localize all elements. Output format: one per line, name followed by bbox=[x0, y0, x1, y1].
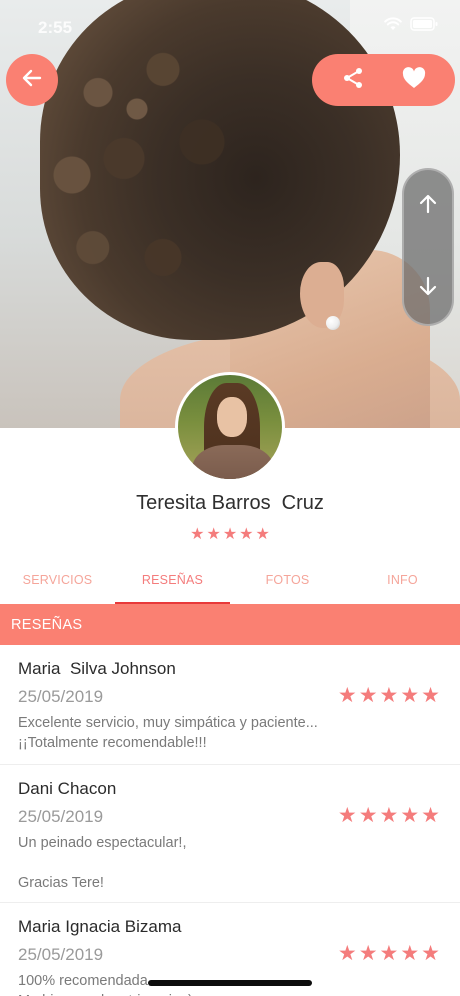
tab-resenas[interactable]: RESEÑAS bbox=[115, 556, 230, 604]
review-author: Maria Ignacia Bizama bbox=[18, 917, 182, 936]
heart-icon bbox=[402, 66, 426, 94]
star-icon: ★ bbox=[379, 684, 399, 707]
tab-servicios[interactable]: SERVICIOS bbox=[0, 556, 115, 604]
scroll-down-button[interactable] bbox=[408, 268, 448, 308]
star-icon: ★ bbox=[358, 804, 378, 827]
tab-fotos[interactable]: FOTOS bbox=[230, 556, 345, 604]
star-icon: ★ bbox=[337, 942, 357, 965]
review-text: Un peinado espectacular!, Gracias Tere! bbox=[18, 835, 187, 891]
review-rating: ★ ★ ★ ★ ★ bbox=[338, 685, 440, 706]
star-icon: ★ bbox=[421, 942, 440, 965]
photo-curls bbox=[20, 10, 280, 340]
review-rating: ★ ★ ★ ★ ★ bbox=[338, 805, 440, 826]
star-icon: ★ bbox=[421, 804, 440, 827]
battery-icon bbox=[410, 17, 438, 31]
wifi-icon bbox=[384, 17, 402, 31]
star-icon: ★ bbox=[400, 942, 420, 965]
star-icon: ★ bbox=[190, 526, 205, 543]
star-icon: ★ bbox=[337, 804, 357, 827]
star-icon: ★ bbox=[400, 804, 420, 827]
star-icon: ★ bbox=[255, 526, 270, 543]
review-rating: ★ ★ ★ ★ ★ bbox=[338, 943, 440, 964]
star-icon: ★ bbox=[400, 684, 420, 707]
star-icon: ★ bbox=[358, 942, 378, 965]
photo-earring bbox=[326, 316, 340, 330]
photo-scroll-controls bbox=[402, 168, 454, 326]
tab-info[interactable]: INFO bbox=[345, 556, 460, 604]
star-icon: ★ bbox=[337, 684, 357, 707]
review-author: Dani Chacon bbox=[18, 779, 117, 798]
star-icon: ★ bbox=[379, 942, 399, 965]
arrow-up-icon bbox=[417, 193, 439, 220]
star-icon: ★ bbox=[379, 804, 399, 827]
star-icon: ★ bbox=[222, 526, 238, 543]
home-indicator[interactable] bbox=[148, 980, 312, 986]
arrow-left-icon bbox=[21, 67, 43, 94]
star-icon: ★ bbox=[239, 526, 254, 543]
review-text: Excelente servicio, muy simpática y paci… bbox=[18, 715, 318, 751]
share-icon bbox=[341, 66, 365, 95]
profile-tabs: SERVICIOS RESEÑAS FOTOS INFO bbox=[0, 556, 460, 604]
star-icon: ★ bbox=[358, 684, 378, 707]
profile-rating: ★ ★ ★ ★ ★ bbox=[0, 527, 460, 543]
status-icons bbox=[384, 17, 438, 31]
share-button[interactable] bbox=[331, 58, 375, 102]
action-pill bbox=[312, 54, 455, 106]
review-item: Dani Chacon 25/05/2019 ★ ★ ★ ★ ★ Un pein… bbox=[0, 765, 460, 903]
star-icon: ★ bbox=[421, 684, 440, 707]
section-header: RESEÑAS bbox=[0, 604, 460, 645]
status-time: 2:55 bbox=[38, 18, 73, 37]
back-button[interactable] bbox=[6, 54, 58, 106]
avatar bbox=[175, 372, 285, 482]
review-item: Maria Silva Johnson 25/05/2019 ★ ★ ★ ★ ★… bbox=[0, 645, 460, 765]
review-author: Maria Silva Johnson bbox=[18, 659, 176, 678]
profile-name: Teresita Barros Cruz bbox=[136, 492, 324, 514]
star-icon: ★ bbox=[206, 526, 221, 543]
scroll-up-button[interactable] bbox=[408, 186, 448, 226]
favorite-button[interactable] bbox=[392, 58, 436, 102]
reviews-list: Maria Silva Johnson 25/05/2019 ★ ★ ★ ★ ★… bbox=[0, 645, 460, 996]
arrow-down-icon bbox=[417, 275, 439, 302]
